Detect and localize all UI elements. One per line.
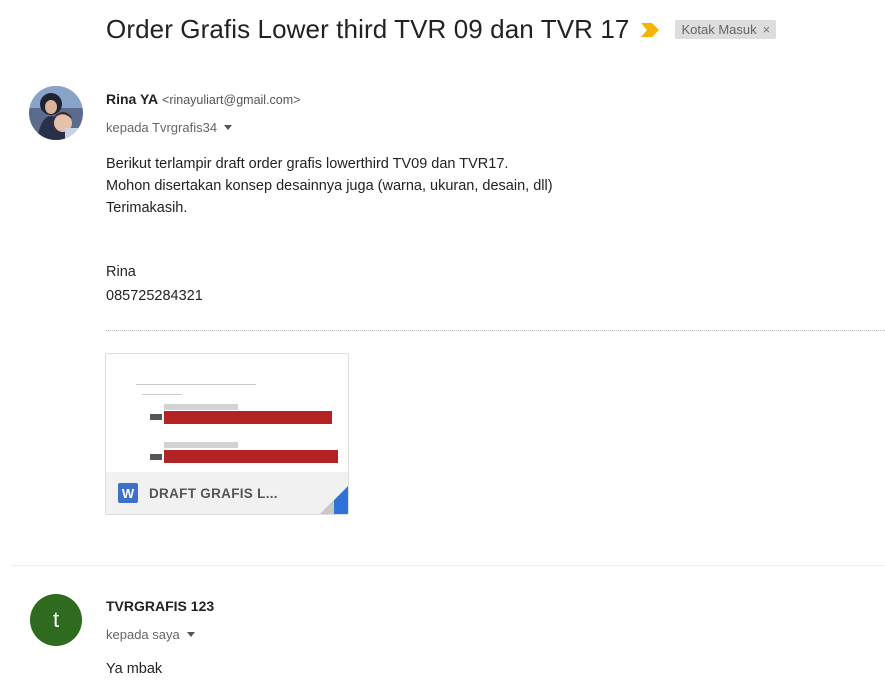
remove-label-icon[interactable]: × <box>763 22 771 37</box>
signature-phone: 085725284321 <box>106 288 203 304</box>
message1-body: Berikut terlampir draft order grafis low… <box>106 153 553 219</box>
message2-body: Ya mbak <box>106 661 163 677</box>
body-line: Mohon disertakan konsep desainnya juga (… <box>106 178 553 194</box>
show-details-chevron-down-icon[interactable] <box>186 632 195 637</box>
recipient-text: kepada Tvrgrafis34 <box>106 120 218 135</box>
word-doc-icon: W <box>118 483 138 503</box>
sender-avatar-photo[interactable] <box>29 86 83 140</box>
recipient-text: kepada saya <box>106 627 180 642</box>
message-divider <box>12 565 885 566</box>
attachment-divider <box>106 330 885 331</box>
thread-header: Order Grafis Lower third TVR 09 dan TVR … <box>106 14 777 45</box>
attachment-footer: W DRAFT GRAFIS L... <box>106 472 348 514</box>
message2-recipient[interactable]: kepada saya <box>106 627 195 642</box>
sender-name[interactable]: Rina YA <box>106 91 158 107</box>
message1-recipient[interactable]: kepada Tvrgrafis34 <box>106 120 233 135</box>
label-chip-inbox[interactable]: Kotak Masuk × <box>675 20 777 39</box>
body-line: Berikut terlampir draft order grafis low… <box>106 156 509 172</box>
page-fold-corner-icon <box>320 486 348 514</box>
show-details-chevron-down-icon[interactable] <box>224 125 233 130</box>
label-chip-text: Kotak Masuk <box>681 22 757 37</box>
avatar-photo-icon <box>29 86 83 140</box>
attachment-thumbnail <box>106 354 348 472</box>
message2-sender-name[interactable]: TVRGRAFIS 123 <box>106 598 214 614</box>
sender-email: <rinayuliart@gmail.com> <box>162 93 301 107</box>
signature-name: Rina <box>106 264 136 280</box>
attachment-card[interactable]: W DRAFT GRAFIS L... <box>105 353 349 515</box>
message1-sender: Rina YA <rinayuliart@gmail.com> <box>106 91 300 107</box>
importance-marker-icon[interactable] <box>641 22 660 37</box>
body-line: Terimakasih. <box>106 200 188 216</box>
email-subject: Order Grafis Lower third TVR 09 dan TVR … <box>106 14 630 44</box>
sender-avatar-letter[interactable]: t <box>30 594 82 646</box>
attachment-filename: DRAFT GRAFIS L... <box>149 485 278 501</box>
message1-signature: Rina 085725284321 <box>106 260 203 308</box>
